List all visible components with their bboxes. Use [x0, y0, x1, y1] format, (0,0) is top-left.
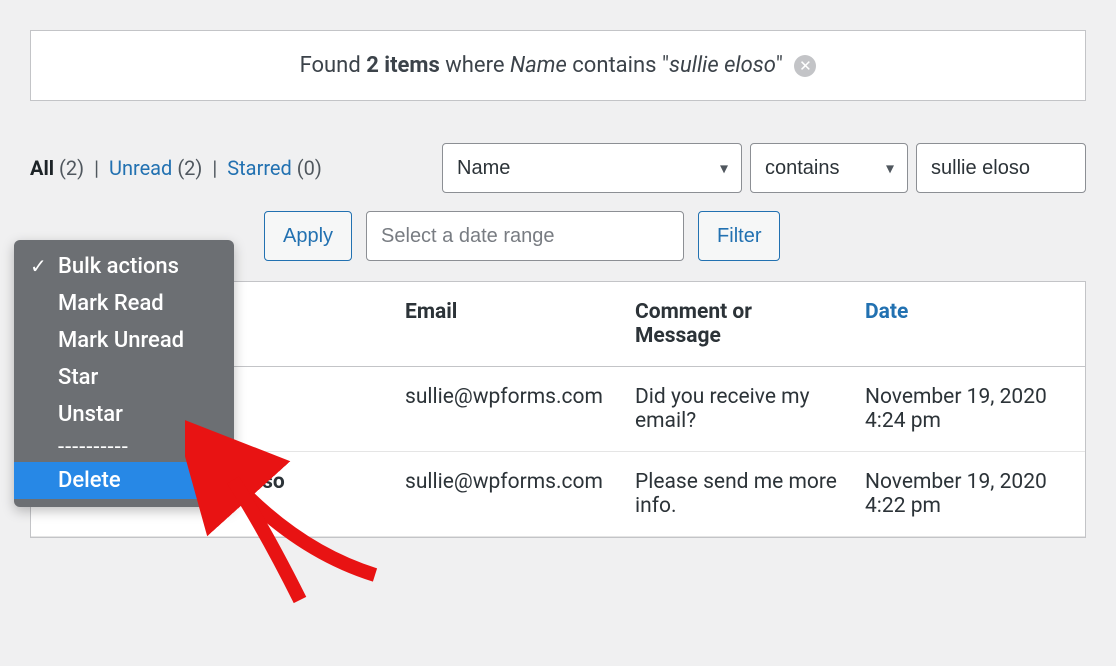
search-field: Name [510, 53, 567, 78]
search-middle: where [440, 53, 510, 78]
bulk-divider: ---------- [14, 433, 234, 462]
bulk-option-mark-read[interactable]: Mark Read [14, 285, 234, 322]
bulk-option-bulk-actions[interactable]: Bulk actions [14, 248, 234, 285]
search-prefix: Found [300, 53, 367, 78]
col-header-comment[interactable]: Comment or Message [621, 282, 851, 367]
separator: | [212, 156, 217, 180]
bulk-option-star[interactable]: Star [14, 359, 234, 396]
cell-email: sullie@wpforms.com [391, 452, 621, 537]
cell-comment: Did you receive my email? [621, 367, 851, 452]
filter-all[interactable]: All (2) [30, 156, 84, 180]
search-verb: contains " [567, 53, 669, 78]
search-term: sullie eloso [669, 53, 776, 78]
search-results-banner: Found 2 items where Name contains "sulli… [30, 30, 1086, 101]
cell-date: November 19, 2020 4:24 pm [851, 367, 1085, 452]
cell-email: sullie@wpforms.com [391, 367, 621, 452]
bulk-option-delete[interactable]: Delete [14, 462, 234, 499]
comparator-select[interactable]: contains [750, 143, 908, 193]
filter-starred[interactable]: Starred (0) [227, 156, 322, 180]
bulk-actions-dropdown[interactable]: Bulk actions Mark Read Mark Unread Star … [14, 240, 234, 507]
separator: | [94, 156, 99, 180]
cell-comment: Please send me more info. [621, 452, 851, 537]
search-value-input[interactable] [916, 143, 1086, 193]
search-suffix: " [776, 53, 783, 78]
col-header-email[interactable]: Email [391, 282, 621, 367]
field-select[interactable]: Name [442, 143, 742, 193]
date-range-input[interactable] [366, 211, 684, 261]
col-header-date[interactable]: Date [851, 282, 1085, 367]
cell-date: November 19, 2020 4:22 pm [851, 452, 1085, 537]
apply-button[interactable]: Apply [264, 211, 352, 261]
filter-button[interactable]: Filter [698, 211, 780, 261]
search-count: 2 items [366, 53, 440, 78]
bulk-option-unstar[interactable]: Unstar [14, 396, 234, 433]
clear-search-icon[interactable]: ✕ [794, 55, 816, 77]
filter-unread[interactable]: Unread (2) [109, 156, 202, 180]
bulk-option-mark-unread[interactable]: Mark Unread [14, 322, 234, 359]
status-filter-links: All (2) | Unread (2) | Starred (0) [30, 156, 322, 180]
